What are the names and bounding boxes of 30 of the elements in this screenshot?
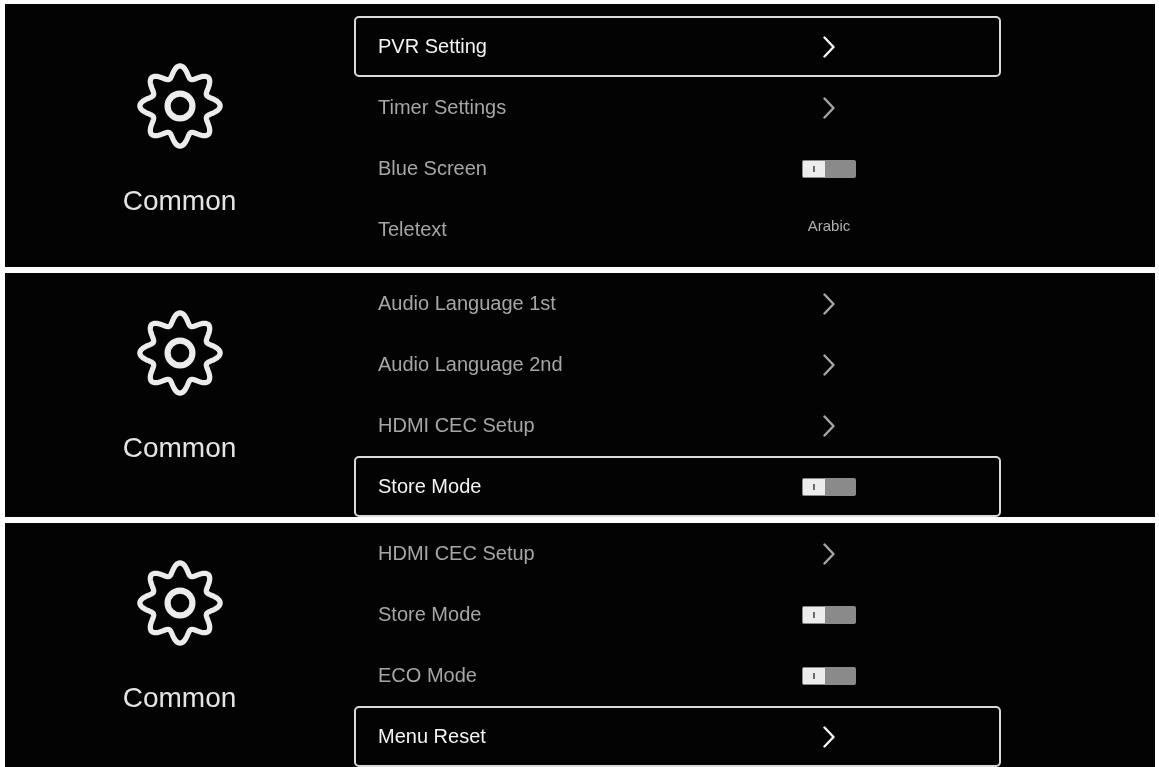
menu-item[interactable]: Audio Language 2nd (354, 334, 1001, 395)
settings-icon (136, 62, 223, 149)
category-label: Common (122, 184, 237, 217)
chevron-right-icon (823, 542, 835, 565)
chevron-right-icon (823, 35, 835, 58)
category-label: Common (122, 432, 237, 464)
toggle-switch[interactable] (802, 477, 856, 496)
menu-item[interactable]: Teletext Arabic (354, 199, 1001, 260)
chevron-right-icon (823, 292, 835, 315)
settings-icon (136, 310, 223, 396)
menu-item[interactable]: ECO Mode (354, 645, 1001, 706)
menu-value: Arabic (807, 217, 851, 234)
category-label: Common (122, 682, 237, 714)
chevron-right-icon (823, 353, 835, 376)
menu-item[interactable]: HDMI CEC Setup (354, 395, 1001, 456)
chevron-right-icon (823, 96, 835, 119)
menu-item[interactable]: HDMI CEC Setup (354, 523, 1001, 584)
toggle-switch[interactable] (802, 666, 856, 685)
toggle-switch[interactable] (802, 605, 856, 624)
menu-item[interactable]: Timer Settings (354, 77, 1001, 138)
menu-item[interactable]: Store Mode (354, 456, 1001, 517)
settings-icon (136, 560, 223, 646)
menu-item[interactable]: Audio Language 1st (354, 273, 1001, 334)
menu-item[interactable]: Blue Screen (354, 138, 1001, 199)
chevron-right-icon (823, 725, 835, 748)
chevron-right-icon (823, 414, 835, 437)
menu-item[interactable]: PVR Setting (354, 16, 1001, 77)
menu-item[interactable]: Store Mode (354, 584, 1001, 645)
toggle-switch[interactable] (802, 159, 856, 178)
menu-item[interactable]: Menu Reset (354, 706, 1001, 767)
